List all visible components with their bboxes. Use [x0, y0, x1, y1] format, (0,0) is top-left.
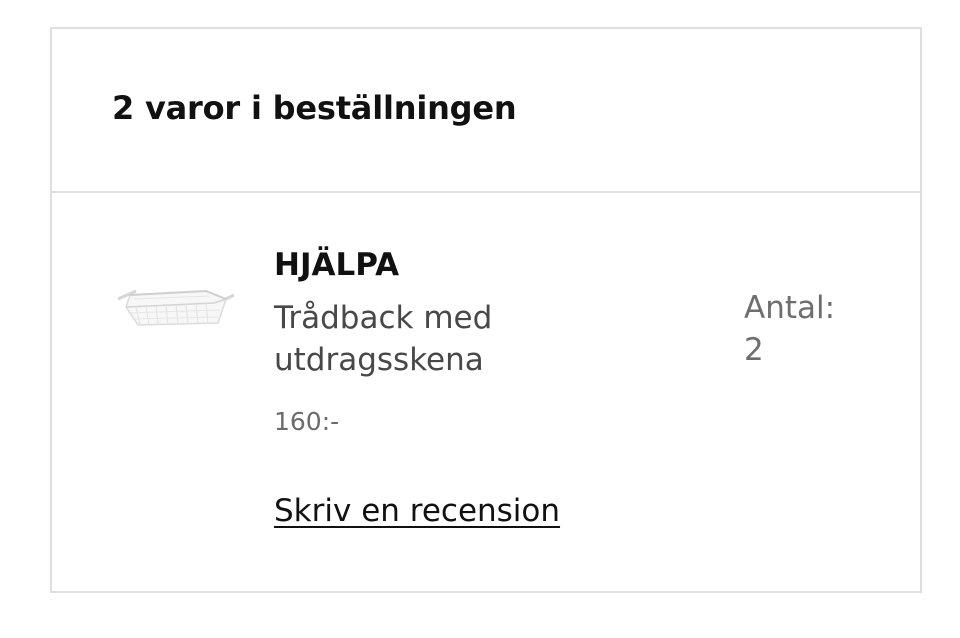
order-title: 2 varor i beställningen [112, 89, 517, 127]
order-item: HJÄLPA Trådback med utdragsskena 160:- A… [52, 193, 920, 593]
order-card: 2 varor i beställningen HJÄLPA Trådback … [50, 27, 922, 593]
product-image[interactable] [114, 273, 238, 341]
quantity-label: Antal: [744, 290, 836, 326]
product-price: 160:- [274, 407, 340, 436]
product-name[interactable]: HJÄLPA [274, 247, 399, 283]
order-header: 2 varor i beställningen [52, 29, 920, 193]
quantity-value: 2 [744, 332, 764, 368]
write-review-link[interactable]: Skriv en recension [274, 493, 560, 529]
quantity: Antal: 2 [744, 287, 864, 371]
wire-basket-icon [117, 289, 235, 326]
product-description: Trådback med utdragsskena [274, 300, 493, 378]
